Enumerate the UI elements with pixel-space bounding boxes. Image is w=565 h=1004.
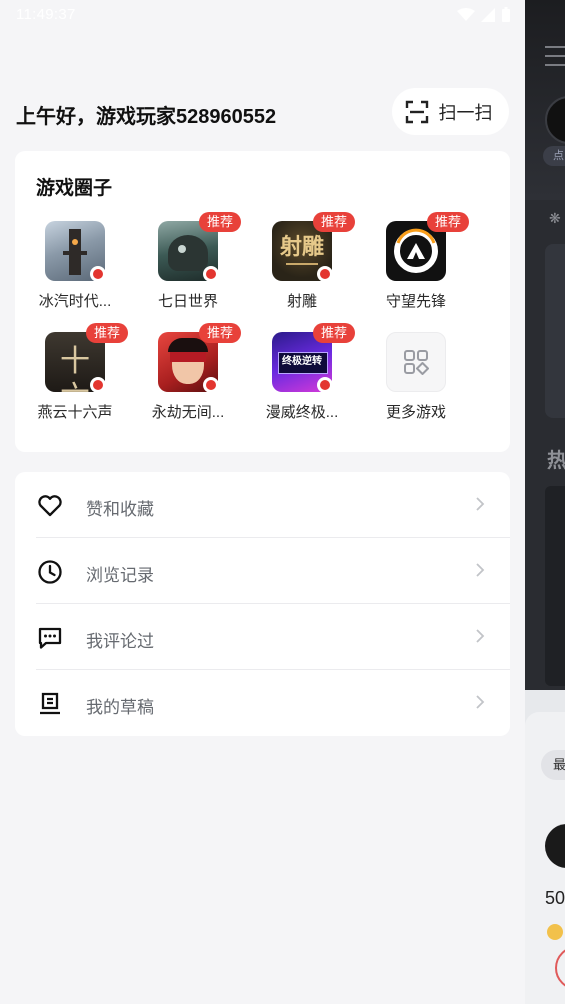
game-name: 永劫无间...: [151, 404, 225, 421]
background-chip: 点: [543, 146, 565, 166]
chevron-right-icon: [476, 629, 485, 643]
greeting-text: 上午好，游戏玩家528960552: [16, 106, 277, 128]
netease-logo-icon: [317, 266, 333, 282]
recommend-badge: 推荐: [199, 212, 242, 232]
recommend-badge: 推荐: [427, 212, 470, 232]
wifi-icon: [457, 8, 475, 21]
background-page-peek[interactable]: 点 ❋ 热 最 50: [525, 0, 565, 1004]
personal-menu-card: 赞和收藏 浏览记录 我评论过 我的草稿: [15, 472, 510, 736]
game-circles-card: 游戏圈子 冰汽时代... 推荐 七日世界 射雕 推荐 射雕 推荐 守望先锋 十 …: [15, 151, 510, 452]
game-name: 射雕: [286, 293, 317, 310]
game-item-overwatch[interactable]: 推荐 守望先锋: [366, 212, 470, 311]
game-item-frostpunk[interactable]: 冰汽时代...: [25, 221, 125, 311]
background-dot-icon: ❋: [549, 210, 561, 226]
recommend-badge: 推荐: [313, 212, 356, 232]
clock-icon: [38, 560, 62, 584]
game-item-more-games[interactable]: 更多游戏: [366, 332, 466, 422]
background-pill: 最: [541, 750, 565, 780]
game-item-marvel[interactable]: 终极逆转 推荐 漫威终极...: [252, 323, 356, 422]
menu-item-likes[interactable]: 赞和收藏: [15, 472, 510, 538]
game-name: 守望先锋: [385, 293, 446, 310]
heart-icon: [38, 495, 62, 517]
game-item-yanyun[interactable]: 十六 推荐 燕云十六声: [25, 323, 129, 422]
background-card-2: [545, 486, 565, 686]
game-item-shediao[interactable]: 射雕 推荐 射雕: [252, 212, 356, 311]
game-item-naraka[interactable]: 推荐 永劫无间...: [138, 323, 242, 422]
marvel-icon: 终极逆转 推荐: [272, 323, 356, 393]
game-name: 漫威终极...: [265, 404, 339, 421]
shediao-icon: 射雕 推荐: [272, 212, 356, 282]
scan-icon: [405, 100, 428, 123]
background-card: [545, 244, 565, 418]
once-human-icon: 推荐: [158, 212, 242, 282]
game-name: 七日世界: [157, 293, 218, 310]
recommend-badge: 推荐: [313, 323, 356, 343]
chevron-right-icon: [476, 497, 485, 511]
naraka-icon: 推荐: [158, 323, 242, 393]
netease-logo-icon: [90, 266, 106, 282]
scan-label: 扫一扫: [438, 102, 493, 123]
menu-item-drafts[interactable]: 我的草稿: [15, 670, 510, 736]
netease-logo-icon: [90, 377, 106, 393]
status-time: 11:49:37: [16, 6, 76, 23]
game-name: 更多游戏: [385, 404, 446, 421]
game-item-once-human[interactable]: 推荐 七日世界: [138, 212, 242, 311]
background-number: 50: [545, 888, 565, 908]
menu-item-label: 我评论过: [86, 632, 154, 651]
chevron-right-icon: [476, 563, 485, 577]
menu-item-label: 我的草稿: [86, 698, 154, 717]
background-heading: 热: [547, 450, 565, 472]
battery-icon: [502, 7, 510, 22]
menu-item-label: 浏览记录: [86, 566, 154, 585]
netease-logo-icon: [317, 377, 333, 393]
more-games-icon: [386, 332, 446, 392]
recommend-badge: 推荐: [86, 323, 129, 343]
game-circles-title: 游戏圈子: [36, 178, 113, 199]
frostpunk-icon: [45, 221, 106, 282]
menu-item-history[interactable]: 浏览记录: [15, 538, 510, 604]
yanyun-icon: 十六 推荐: [45, 323, 129, 393]
signal-icon: [481, 8, 495, 22]
status-icons: [457, 7, 511, 23]
chevron-right-icon: [476, 695, 485, 709]
game-name: 燕云十六声: [37, 404, 113, 421]
menu-item-label: 赞和收藏: [86, 500, 154, 519]
draft-icon: [40, 692, 60, 715]
game-name: 冰汽时代...: [38, 293, 112, 310]
side-drawer: 11:49:37 上午好，游戏玩家528960552 扫一扫 游戏圈子 冰汽时代…: [0, 0, 525, 1004]
menu-item-comments[interactable]: 我评论过: [15, 604, 510, 670]
menu-icon: [545, 46, 565, 73]
netease-logo-icon: [203, 377, 219, 393]
scan-button[interactable]: 扫一扫: [392, 88, 509, 135]
overwatch-icon: 推荐: [386, 212, 470, 281]
comment-icon: [38, 627, 62, 649]
status-bar: 11:49:37: [0, 0, 525, 30]
netease-logo-icon: [203, 266, 219, 282]
background-emoji-icon: [547, 924, 563, 940]
recommend-badge: 推荐: [199, 323, 242, 343]
